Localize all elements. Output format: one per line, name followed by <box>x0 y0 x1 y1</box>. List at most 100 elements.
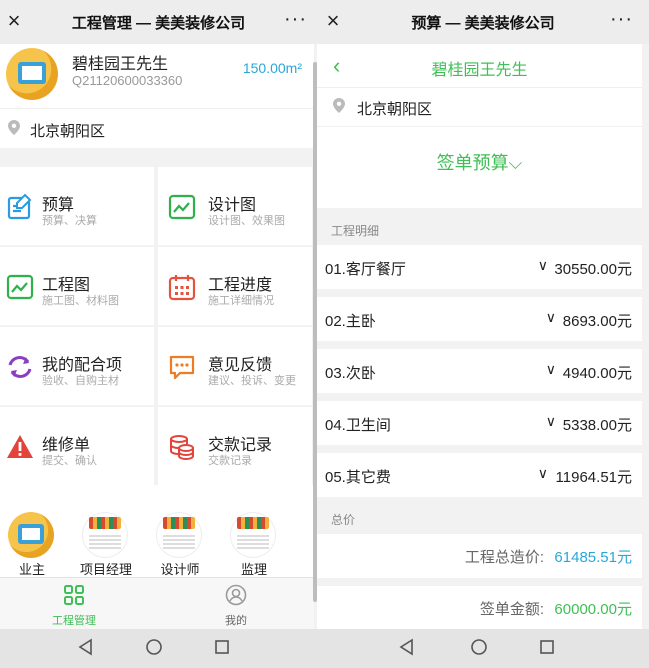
home-circle-icon[interactable] <box>467 637 491 657</box>
more-icon[interactable]: ··· <box>284 8 307 31</box>
address-row: 北京朝阳区 <box>317 88 642 126</box>
system-nav-bar <box>317 629 649 668</box>
bottom-tab-bar: 工程管理 我的 <box>0 577 314 629</box>
menu-feedback[interactable]: 意见反馈 建议、投诉、变更 <box>158 327 312 405</box>
item-name: 03.次卧 <box>325 365 376 382</box>
budget-screen: × 预算 — 美美装修公司 ··· ‹ 碧桂园王先生 北京朝阳区 签单预算⌵ 工… <box>317 0 649 668</box>
item-name: 05.其它费 <box>325 469 391 486</box>
menu-progress-sub: 施工详细情况 <box>208 295 274 307</box>
chevron-down-icon: ∨ <box>537 257 548 273</box>
menu-budget[interactable]: 预算 预算、决算 <box>0 167 154 245</box>
tab-project-management-label: 工程管理 <box>52 615 96 627</box>
title-bar: × 工程管理 — 美美装修公司 ··· <box>0 0 317 44</box>
signed-amount-row: 签单金额: 60000.00元 <box>317 586 642 630</box>
feedback-icon <box>169 355 195 380</box>
chevron-down-icon: ∨ <box>545 413 556 429</box>
menu-cooperation[interactable]: 我的配合项 验收、自购主材 <box>0 327 154 405</box>
chevron-down-icon: ∨ <box>545 309 556 325</box>
order-code: Q21120600033360 <box>72 73 183 88</box>
project-management-screen: × 工程管理 — 美美装修公司 ··· 碧桂园王先生 Q211206000333… <box>0 0 317 668</box>
construction-drawing-icon <box>6 274 34 300</box>
budget-item-row[interactable]: 01.客厅餐厅 ∨ 30550.00元 <box>317 245 642 289</box>
total-cost-row: 工程总造价: 61485.51元 <box>317 534 642 578</box>
warning-icon <box>7 435 33 458</box>
address-text: 北京朝阳区 <box>30 123 106 140</box>
item-amount: 30550.00元 <box>554 261 632 278</box>
role-supervisor-label: 监理 <box>240 562 267 577</box>
role-owner-label: 业主 <box>18 562 45 577</box>
budget-icon <box>7 193 32 220</box>
detail-section-header: 工程明细 <box>331 224 380 238</box>
menu-budget-sub: 预算、决算 <box>42 215 97 227</box>
signed-amount-value: 60000.00元 <box>554 601 632 618</box>
designer-avatar <box>156 512 202 558</box>
menu-design[interactable]: 设计图 设计图、效果图 <box>158 167 312 245</box>
item-name: 02.主卧 <box>325 313 376 330</box>
menu-payments-sub: 交款记录 <box>208 455 252 467</box>
page-header: ‹ 碧桂园王先生 <box>317 44 642 88</box>
grid-icon <box>64 585 84 605</box>
role-designer-label: 设计师 <box>160 562 200 577</box>
back-triangle-icon[interactable] <box>74 637 98 657</box>
window-title: 工程管理 — 美美装修公司 <box>71 15 246 32</box>
menu-construction-drawing-sub: 施工图、材料图 <box>42 295 119 307</box>
menu-repair-sub: 提交、确认 <box>42 455 97 467</box>
recents-square-icon[interactable] <box>210 637 234 657</box>
close-icon[interactable]: × <box>323 8 343 34</box>
item-amount: 5338.00元 <box>562 417 632 434</box>
total-cost-value: 61485.51元 <box>554 549 632 566</box>
supervisor-avatar <box>230 512 276 558</box>
budget-item-row[interactable]: 03.次卧 ∨ 4940.00元 <box>317 349 642 393</box>
customer-name: 碧桂园王先生 <box>72 56 169 73</box>
chevron-down-icon: ∨ <box>537 465 548 481</box>
system-nav-bar <box>0 629 317 668</box>
back-triangle-icon[interactable] <box>395 637 419 657</box>
budget-item-row[interactable]: 05.其它费 ∨ 11964.51元 <box>317 453 642 497</box>
budget-item-row[interactable]: 02.主卧 ∨ 8693.00元 <box>317 297 642 341</box>
sign-budget-dropdown[interactable]: 签单预算⌵ <box>317 149 642 175</box>
total-cost-label: 工程总造价: <box>464 549 544 566</box>
role-list: 业主 项目经理 设计师 监理 <box>0 485 314 577</box>
tab-project-management[interactable]: 工程管理 <box>29 584 119 628</box>
project-manager-avatar <box>82 512 128 558</box>
profile-icon <box>225 584 247 606</box>
tab-mine-label: 我的 <box>225 615 247 627</box>
customer-card[interactable]: 碧桂园王先生 Q21120600033360 150.00m² <box>0 44 314 108</box>
signed-amount-label: 签单金额: <box>479 601 544 618</box>
company-logo <box>6 48 58 100</box>
design-icon <box>168 194 196 220</box>
budget-item-row[interactable]: 04.卫生间 ∨ 5338.00元 <box>317 401 642 445</box>
tab-mine[interactable]: 我的 <box>191 584 281 628</box>
calendar-icon <box>168 275 196 301</box>
page-title: 碧桂园王先生 <box>431 62 528 79</box>
address-row: 北京朝阳区 <box>0 108 314 148</box>
window-title: 预算 — 美美装修公司 <box>411 15 555 32</box>
chevron-down-icon: ∨ <box>545 361 556 377</box>
total-section-header: 总价 <box>331 513 356 527</box>
menu-design-sub: 设计图、效果图 <box>208 215 285 227</box>
title-bar: × 预算 — 美美装修公司 ··· <box>317 0 649 44</box>
location-pin-icon <box>8 120 20 135</box>
more-icon[interactable]: ··· <box>610 8 633 31</box>
location-pin-icon <box>333 98 345 113</box>
address-text: 北京朝阳区 <box>357 101 433 118</box>
menu-repair[interactable]: 维修单 提交、确认 <box>0 407 154 485</box>
item-name: 04.卫生间 <box>325 417 391 434</box>
item-amount: 4940.00元 <box>562 365 632 382</box>
sign-budget-panel: 签单预算⌵ <box>317 126 642 208</box>
menu-progress[interactable]: 工程进度 施工详细情况 <box>158 247 312 325</box>
house-area: 150.00m² <box>242 60 302 76</box>
menu-cooperation-sub: 验收、自购主材 <box>42 375 119 387</box>
item-amount: 11964.51元 <box>555 469 632 486</box>
home-circle-icon[interactable] <box>142 637 166 657</box>
close-icon[interactable]: × <box>4 8 24 34</box>
coins-icon <box>170 435 194 461</box>
item-amount: 8693.00元 <box>562 313 632 330</box>
sync-icon <box>8 356 32 378</box>
recents-square-icon[interactable] <box>535 637 559 657</box>
menu-construction-drawing[interactable]: 工程图 施工图、材料图 <box>0 247 154 325</box>
role-project-manager-label: 项目经理 <box>79 562 132 577</box>
menu-feedback-sub: 建议、投诉、变更 <box>208 375 296 387</box>
menu-payments[interactable]: 交款记录 交款记录 <box>158 407 312 485</box>
owner-avatar <box>8 512 54 558</box>
